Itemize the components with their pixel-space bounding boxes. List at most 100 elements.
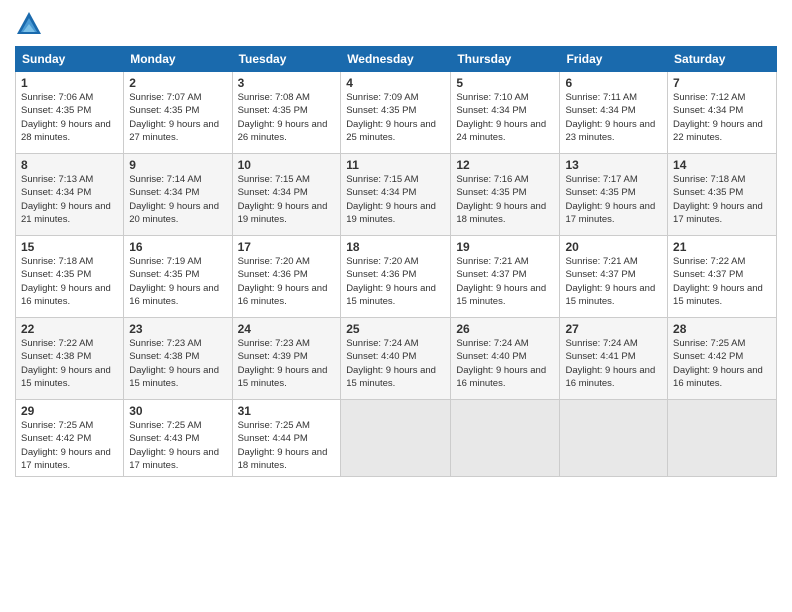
day-number: 27 [565, 322, 662, 336]
day-cell: 26Sunrise: 7:24 AMSunset: 4:40 PMDayligh… [451, 318, 560, 400]
day-number: 6 [565, 76, 662, 90]
day-cell: 1Sunrise: 7:06 AMSunset: 4:35 PMDaylight… [16, 72, 124, 154]
day-info: Sunrise: 7:20 AMSunset: 4:36 PMDaylight:… [238, 255, 336, 308]
day-cell: 27Sunrise: 7:24 AMSunset: 4:41 PMDayligh… [560, 318, 668, 400]
logo-icon [15, 10, 43, 38]
day-cell: 28Sunrise: 7:25 AMSunset: 4:42 PMDayligh… [668, 318, 777, 400]
week-row-1: 1Sunrise: 7:06 AMSunset: 4:35 PMDaylight… [16, 72, 777, 154]
day-info: Sunrise: 7:21 AMSunset: 4:37 PMDaylight:… [565, 255, 662, 308]
day-cell: 22Sunrise: 7:22 AMSunset: 4:38 PMDayligh… [16, 318, 124, 400]
day-info: Sunrise: 7:15 AMSunset: 4:34 PMDaylight:… [238, 173, 336, 226]
day-info: Sunrise: 7:18 AMSunset: 4:35 PMDaylight:… [673, 173, 771, 226]
day-number: 21 [673, 240, 771, 254]
col-header-thursday: Thursday [451, 47, 560, 72]
day-number: 11 [346, 158, 445, 172]
day-cell [668, 400, 777, 477]
day-info: Sunrise: 7:24 AMSunset: 4:41 PMDaylight:… [565, 337, 662, 390]
day-info: Sunrise: 7:23 AMSunset: 4:38 PMDaylight:… [129, 337, 226, 390]
day-cell: 23Sunrise: 7:23 AMSunset: 4:38 PMDayligh… [124, 318, 232, 400]
day-cell: 30Sunrise: 7:25 AMSunset: 4:43 PMDayligh… [124, 400, 232, 477]
day-number: 26 [456, 322, 554, 336]
day-cell: 14Sunrise: 7:18 AMSunset: 4:35 PMDayligh… [668, 154, 777, 236]
day-info: Sunrise: 7:25 AMSunset: 4:42 PMDaylight:… [21, 419, 118, 472]
day-info: Sunrise: 7:06 AMSunset: 4:35 PMDaylight:… [21, 91, 118, 144]
day-number: 23 [129, 322, 226, 336]
day-info: Sunrise: 7:11 AMSunset: 4:34 PMDaylight:… [565, 91, 662, 144]
col-header-friday: Friday [560, 47, 668, 72]
day-number: 15 [21, 240, 118, 254]
day-cell: 11Sunrise: 7:15 AMSunset: 4:34 PMDayligh… [341, 154, 451, 236]
day-number: 31 [238, 404, 336, 418]
day-number: 8 [21, 158, 118, 172]
day-cell [341, 400, 451, 477]
day-cell: 10Sunrise: 7:15 AMSunset: 4:34 PMDayligh… [232, 154, 341, 236]
calendar-header-row: SundayMondayTuesdayWednesdayThursdayFrid… [16, 47, 777, 72]
day-number: 25 [346, 322, 445, 336]
logo [15, 14, 45, 38]
day-cell: 5Sunrise: 7:10 AMSunset: 4:34 PMDaylight… [451, 72, 560, 154]
day-number: 12 [456, 158, 554, 172]
day-number: 10 [238, 158, 336, 172]
day-info: Sunrise: 7:19 AMSunset: 4:35 PMDaylight:… [129, 255, 226, 308]
col-header-wednesday: Wednesday [341, 47, 451, 72]
day-info: Sunrise: 7:17 AMSunset: 4:35 PMDaylight:… [565, 173, 662, 226]
day-info: Sunrise: 7:08 AMSunset: 4:35 PMDaylight:… [238, 91, 336, 144]
day-number: 29 [21, 404, 118, 418]
day-cell: 2Sunrise: 7:07 AMSunset: 4:35 PMDaylight… [124, 72, 232, 154]
day-info: Sunrise: 7:12 AMSunset: 4:34 PMDaylight:… [673, 91, 771, 144]
day-info: Sunrise: 7:07 AMSunset: 4:35 PMDaylight:… [129, 91, 226, 144]
day-cell: 8Sunrise: 7:13 AMSunset: 4:34 PMDaylight… [16, 154, 124, 236]
day-info: Sunrise: 7:21 AMSunset: 4:37 PMDaylight:… [456, 255, 554, 308]
day-number: 5 [456, 76, 554, 90]
day-info: Sunrise: 7:09 AMSunset: 4:35 PMDaylight:… [346, 91, 445, 144]
day-info: Sunrise: 7:25 AMSunset: 4:43 PMDaylight:… [129, 419, 226, 472]
day-number: 3 [238, 76, 336, 90]
day-cell [560, 400, 668, 477]
day-cell: 16Sunrise: 7:19 AMSunset: 4:35 PMDayligh… [124, 236, 232, 318]
day-info: Sunrise: 7:20 AMSunset: 4:36 PMDaylight:… [346, 255, 445, 308]
day-number: 22 [21, 322, 118, 336]
day-info: Sunrise: 7:25 AMSunset: 4:42 PMDaylight:… [673, 337, 771, 390]
day-number: 2 [129, 76, 226, 90]
day-number: 30 [129, 404, 226, 418]
day-info: Sunrise: 7:13 AMSunset: 4:34 PMDaylight:… [21, 173, 118, 226]
col-header-monday: Monday [124, 47, 232, 72]
col-header-tuesday: Tuesday [232, 47, 341, 72]
day-cell: 21Sunrise: 7:22 AMSunset: 4:37 PMDayligh… [668, 236, 777, 318]
day-number: 16 [129, 240, 226, 254]
day-info: Sunrise: 7:23 AMSunset: 4:39 PMDaylight:… [238, 337, 336, 390]
day-cell: 25Sunrise: 7:24 AMSunset: 4:40 PMDayligh… [341, 318, 451, 400]
day-cell [451, 400, 560, 477]
day-number: 28 [673, 322, 771, 336]
day-info: Sunrise: 7:24 AMSunset: 4:40 PMDaylight:… [456, 337, 554, 390]
calendar: SundayMondayTuesdayWednesdayThursdayFrid… [15, 46, 777, 477]
day-cell: 9Sunrise: 7:14 AMSunset: 4:34 PMDaylight… [124, 154, 232, 236]
day-info: Sunrise: 7:15 AMSunset: 4:34 PMDaylight:… [346, 173, 445, 226]
day-cell: 20Sunrise: 7:21 AMSunset: 4:37 PMDayligh… [560, 236, 668, 318]
day-cell: 3Sunrise: 7:08 AMSunset: 4:35 PMDaylight… [232, 72, 341, 154]
day-info: Sunrise: 7:22 AMSunset: 4:38 PMDaylight:… [21, 337, 118, 390]
header [15, 10, 777, 38]
day-number: 18 [346, 240, 445, 254]
day-number: 24 [238, 322, 336, 336]
day-number: 9 [129, 158, 226, 172]
day-cell: 7Sunrise: 7:12 AMSunset: 4:34 PMDaylight… [668, 72, 777, 154]
day-number: 4 [346, 76, 445, 90]
day-info: Sunrise: 7:22 AMSunset: 4:37 PMDaylight:… [673, 255, 771, 308]
week-row-5: 29Sunrise: 7:25 AMSunset: 4:42 PMDayligh… [16, 400, 777, 477]
day-cell: 15Sunrise: 7:18 AMSunset: 4:35 PMDayligh… [16, 236, 124, 318]
day-cell: 6Sunrise: 7:11 AMSunset: 4:34 PMDaylight… [560, 72, 668, 154]
week-row-3: 15Sunrise: 7:18 AMSunset: 4:35 PMDayligh… [16, 236, 777, 318]
day-number: 19 [456, 240, 554, 254]
day-info: Sunrise: 7:16 AMSunset: 4:35 PMDaylight:… [456, 173, 554, 226]
day-number: 13 [565, 158, 662, 172]
day-number: 7 [673, 76, 771, 90]
col-header-sunday: Sunday [16, 47, 124, 72]
day-info: Sunrise: 7:24 AMSunset: 4:40 PMDaylight:… [346, 337, 445, 390]
day-cell: 19Sunrise: 7:21 AMSunset: 4:37 PMDayligh… [451, 236, 560, 318]
day-cell: 17Sunrise: 7:20 AMSunset: 4:36 PMDayligh… [232, 236, 341, 318]
day-number: 17 [238, 240, 336, 254]
day-number: 1 [21, 76, 118, 90]
day-cell: 12Sunrise: 7:16 AMSunset: 4:35 PMDayligh… [451, 154, 560, 236]
day-number: 14 [673, 158, 771, 172]
